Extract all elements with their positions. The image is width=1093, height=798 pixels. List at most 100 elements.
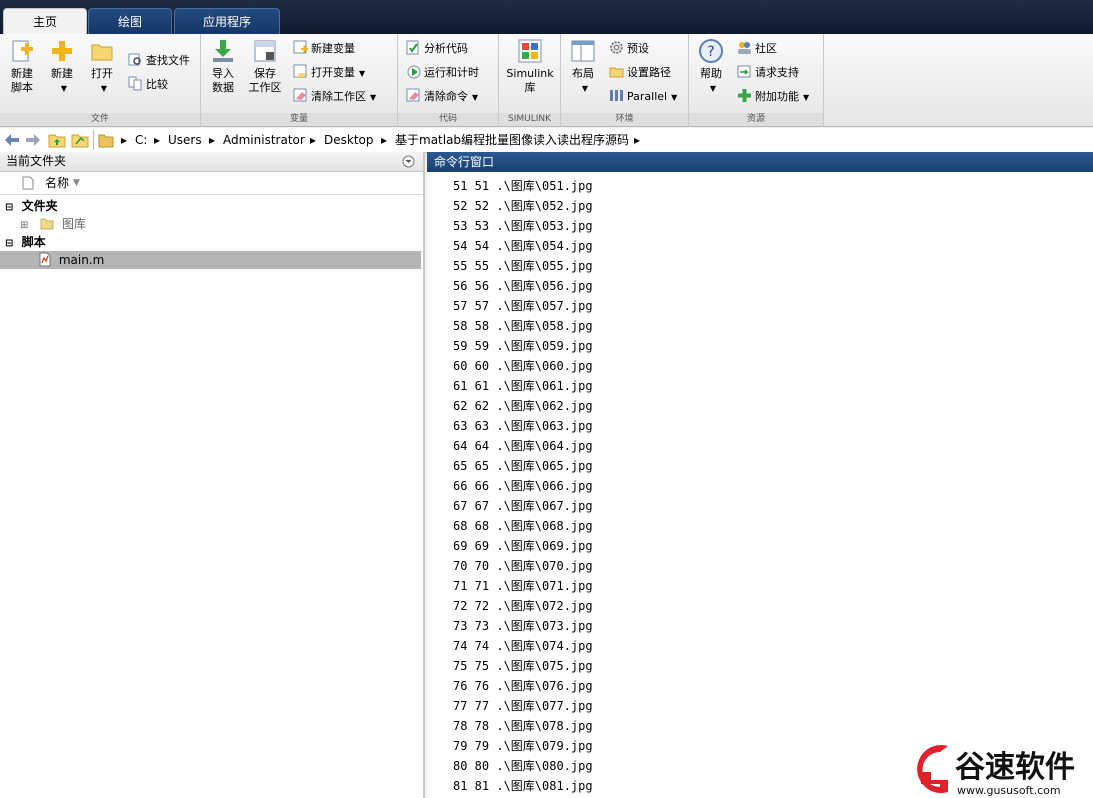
folder-path-icon — [609, 67, 624, 78]
command-output-line: 73 73 .\图库\073.jpg — [453, 619, 593, 633]
command-output-line: 76 76 .\图库\076.jpg — [453, 679, 593, 693]
clear-workspace-button[interactable]: 清除工作区 ▼ — [293, 87, 376, 107]
group-resources: ? 帮助 ▼ 社区 请求支持 附加功能 ▼ 资源 — [689, 34, 824, 126]
section-folders-label: 文件夹 — [21, 199, 58, 213]
community-button[interactable]: 社区 — [737, 39, 777, 59]
folder-row-label: 图库 — [62, 217, 87, 231]
breadcrumb-administrator[interactable]: Administrator — [223, 128, 305, 152]
breadcrumb-separator: ▸ — [310, 133, 317, 147]
file-type-icon — [22, 176, 34, 190]
command-output-line: 77 77 .\图库\077.jpg — [453, 699, 593, 713]
set-path-button[interactable]: 设置路径 — [609, 63, 671, 83]
add-ons-icon — [738, 89, 751, 102]
find-files-button[interactable]: 查找文件 — [128, 51, 190, 71]
collapse-icon: ⊟ — [5, 202, 14, 213]
open-button[interactable]: 打开 ▼ — [83, 38, 121, 96]
tab-apps[interactable]: 应用程序 — [174, 8, 280, 35]
new-variable-button[interactable]: 新建变量 — [293, 39, 355, 59]
folder-row-gallery[interactable]: ⊞ 图库 — [0, 215, 421, 233]
command-output-line: 79 79 .\图库\079.jpg — [453, 739, 593, 753]
simulink-library-icon — [518, 39, 542, 63]
request-support-icon — [737, 65, 751, 78]
svg-text:?: ? — [707, 44, 714, 60]
layout-button[interactable]: 布局 ▼ — [564, 38, 602, 96]
open-variable-button[interactable]: 打开变量 ▼ — [293, 63, 365, 83]
group-variable: 导入 数据 保存 工作区 新建变量 打开变量 ▼ 清除工作区 ▼ 变量 — [201, 34, 398, 126]
toolstrip-tabs: 主页 绘图 应用程序 — [0, 0, 1093, 35]
run-and-time-button[interactable]: 运行和计时 — [406, 63, 479, 83]
community-icon — [738, 42, 751, 54]
folder-open-icon — [91, 44, 113, 61]
browse-folder-icon[interactable] — [71, 132, 89, 148]
command-output-line: 81 81 .\图库\081.jpg — [453, 779, 593, 793]
command-window[interactable]: 命令行窗口 51 51 .\图库\051.jpg 52 52 .\图库\052.j… — [427, 152, 1093, 798]
back-arrow-icon[interactable] — [4, 133, 20, 147]
breadcrumb-project-folder[interactable]: 基于matlab编程批量图像读入读出程序源码 — [395, 128, 629, 152]
new-button[interactable]: 新建 ▼ — [43, 38, 81, 96]
breadcrumb-drive[interactable]: C: — [135, 128, 147, 152]
breadcrumb-users[interactable]: Users — [168, 128, 202, 152]
current-folder-titlebar: 当前文件夹 — [0, 152, 423, 172]
analyze-code-icon — [406, 40, 419, 55]
command-output-line: 67 67 .\图库\067.jpg — [453, 499, 593, 513]
chevron-down-icon: ▼ — [472, 93, 479, 102]
command-output-line: 80 80 .\图库\080.jpg — [453, 759, 593, 773]
import-data-button[interactable]: 导入 数据 — [204, 38, 242, 95]
command-output-line: 52 52 .\图库\052.jpg — [453, 199, 593, 213]
open-label: 打开 — [91, 67, 113, 80]
new-script-button[interactable]: 新建 脚本 — [3, 38, 41, 95]
folder-icon — [40, 218, 54, 230]
group-label-environment: 环境 — [561, 113, 688, 126]
forward-arrow-icon[interactable] — [25, 133, 41, 147]
chevron-down-icon: ▼ — [671, 93, 678, 102]
command-output-line: 65 65 .\图库\065.jpg — [453, 459, 593, 473]
save-workspace-button[interactable]: 保存 工作区 — [245, 38, 285, 95]
watermark-url: www.gususoft.com — [957, 784, 1061, 797]
clear-workspace-label: 清除工作区 — [311, 90, 366, 103]
layout-icon — [571, 40, 595, 62]
breadcrumb-desktop[interactable]: Desktop — [324, 128, 374, 152]
set-path-label: 设置路径 — [627, 66, 671, 79]
matlab-script-icon — [39, 252, 51, 267]
chevron-down-icon: ▼ — [359, 69, 366, 78]
file-list-header[interactable]: 名称 ▼ — [0, 172, 423, 195]
tab-plots[interactable]: 绘图 — [88, 8, 172, 35]
panel-menu-icon[interactable] — [402, 155, 415, 168]
analyze-code-button[interactable]: 分析代码 — [406, 39, 468, 59]
add-ons-button[interactable]: 附加功能 ▼ — [737, 87, 809, 107]
analyze-code-label: 分析代码 — [424, 42, 468, 55]
command-output-line: 64 64 .\图库\064.jpg — [453, 439, 593, 453]
request-support-label: 请求支持 — [755, 66, 799, 79]
simulink-library-button[interactable]: Simulink 库 — [504, 38, 556, 95]
command-output-line: 69 69 .\图库\069.jpg — [453, 539, 593, 553]
new-variable-label: 新建变量 — [311, 42, 355, 55]
column-name[interactable]: 名称 — [45, 172, 69, 194]
chevron-down-icon: ▼ — [100, 84, 108, 93]
find-files-icon — [128, 53, 141, 66]
sort-down-icon: ▼ — [73, 178, 80, 188]
section-scripts[interactable]: ⊟ 脚本 — [0, 233, 421, 251]
simulink-library-label: Simulink 库 — [506, 67, 554, 94]
clear-commands-button[interactable]: 清除命令 ▼ — [406, 87, 478, 107]
compare-button[interactable]: 比较 — [128, 75, 168, 95]
file-row-main-m[interactable]: main.m — [0, 251, 421, 269]
request-support-button[interactable]: 请求支持 — [737, 63, 799, 83]
breadcrumb-separator: ▸ — [121, 133, 128, 147]
group-label-simulink: SIMULINK — [499, 113, 560, 126]
section-folders[interactable]: ⊟ 文件夹 — [0, 197, 421, 215]
parallel-button[interactable]: Parallel ▼ — [609, 87, 677, 107]
chevron-down-icon: ▼ — [709, 84, 717, 93]
add-ons-label: 附加功能 — [755, 90, 799, 103]
preferences-button[interactable]: 预设 — [609, 39, 649, 59]
command-output-line: 78 78 .\图库\078.jpg — [453, 719, 593, 733]
up-folder-icon[interactable] — [48, 132, 66, 148]
command-output-line: 63 63 .\图库\063.jpg — [453, 419, 593, 433]
group-code: 分析代码 运行和计时 清除命令 ▼ 代码 — [398, 34, 499, 126]
help-button[interactable]: ? 帮助 ▼ — [692, 38, 730, 96]
tab-home[interactable]: 主页 — [3, 8, 87, 35]
group-label-variable: 变量 — [201, 113, 397, 126]
help-icon: ? — [699, 39, 723, 63]
file-row-label: main.m — [58, 253, 105, 267]
open-variable-label: 打开变量 — [311, 66, 355, 79]
help-label: 帮助 — [700, 67, 722, 80]
